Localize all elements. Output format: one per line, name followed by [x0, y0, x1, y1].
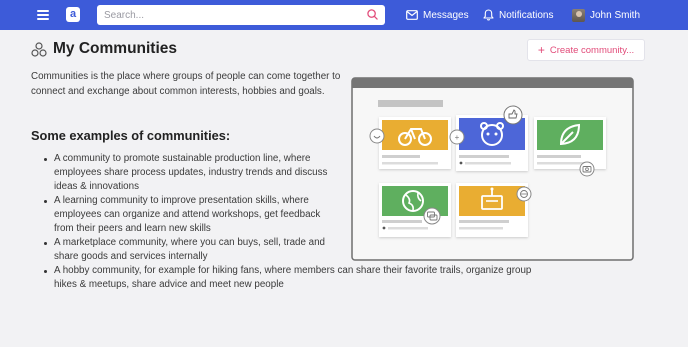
search-icon[interactable] [367, 9, 378, 20]
examples-heading: Some examples of communities: [31, 128, 231, 143]
user-name: John Smith [590, 9, 641, 21]
mail-icon [406, 10, 418, 20]
app-logo[interactable]: a [66, 7, 80, 22]
nav-messages[interactable]: Messages [406, 8, 469, 22]
avatar [572, 8, 585, 22]
page-title-row: My Communities [31, 39, 177, 59]
bell-icon [483, 9, 494, 21]
communities-icon [31, 41, 47, 57]
page-title: My Communities [53, 40, 178, 57]
nav-notifications-label: Notifications [499, 9, 554, 21]
top-bar: a Messages Notifications John Smith [0, 0, 688, 30]
nav-notifications[interactable]: Notifications [483, 8, 553, 22]
search-input[interactable] [97, 5, 385, 25]
create-community-label: Create community... [549, 44, 635, 56]
svg-text:+: + [455, 133, 460, 142]
create-community-button[interactable]: + Create community... [527, 39, 645, 61]
intro-text: Communities is the place where groups of… [31, 71, 341, 97]
nav-messages-label: Messages [423, 9, 469, 21]
hamburger-menu-icon[interactable] [37, 10, 49, 20]
plus-icon: + [537, 43, 545, 57]
communities-illustration: + [351, 77, 634, 261]
user-menu[interactable]: John Smith [572, 8, 640, 22]
list-item: A hobby community, for example for hikin… [42, 264, 542, 292]
